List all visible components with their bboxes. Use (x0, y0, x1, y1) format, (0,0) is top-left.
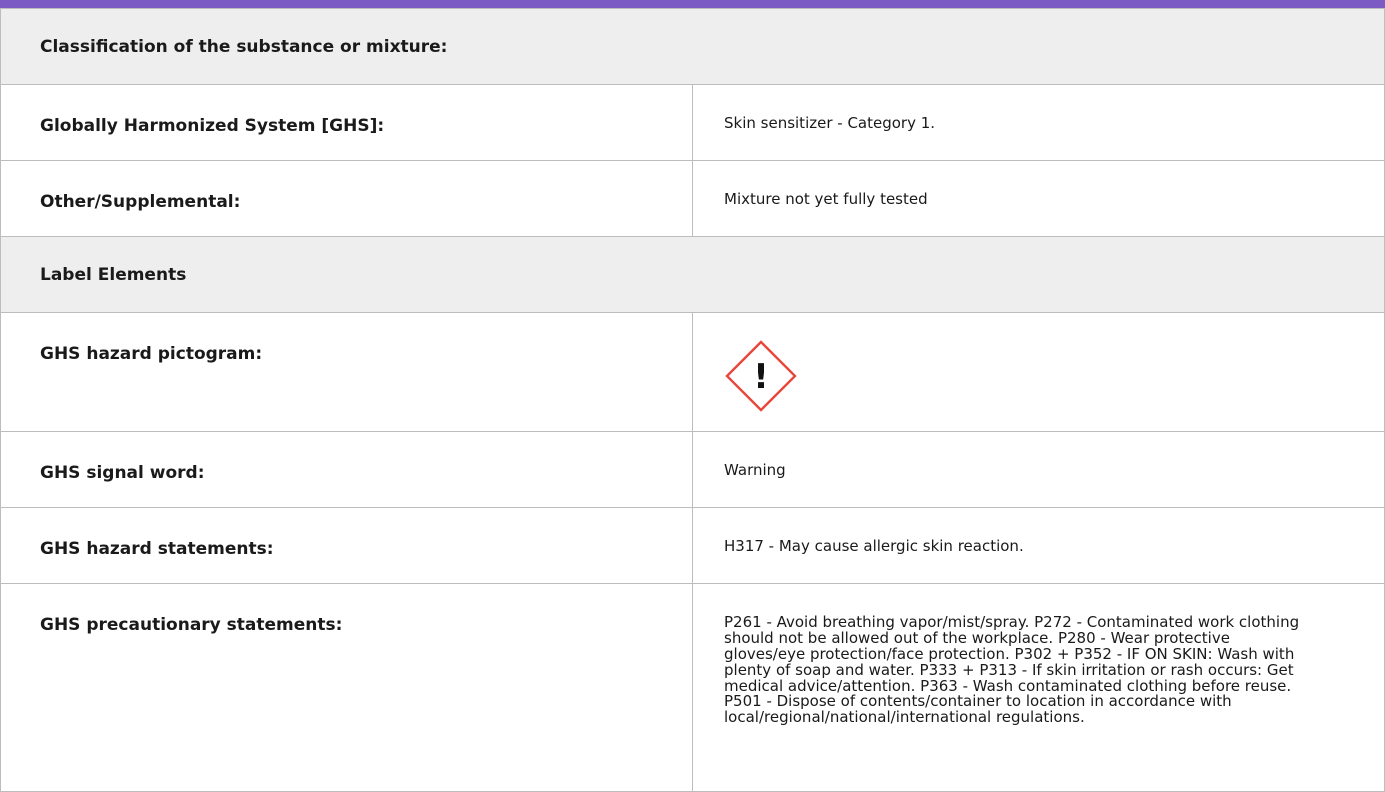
top-accent-bar (0, 0, 1385, 8)
label-elements-header: Label Elements (0, 236, 1385, 313)
signal-word-label: GHS signal word: (0, 431, 693, 508)
exclamation-glyph: ! (753, 357, 769, 397)
ghs-label: Globally Harmonized System [GHS]: (0, 84, 693, 161)
precautionary-statements-text: P261 - Avoid breathing vapor/mist/spray.… (724, 613, 1300, 727)
sds-hazard-section: Classification of the substance or mixtu… (0, 8, 1385, 792)
precautionary-statements-label: GHS precautionary statements: (0, 583, 693, 792)
hazard-identification-table: Classification of the substance or mixtu… (0, 8, 1385, 792)
pictogram-label: GHS hazard pictogram: (0, 312, 693, 432)
classification-header-row: Classification of the substance or mixtu… (0, 8, 1385, 85)
precautionary-statements-value: P261 - Avoid breathing vapor/mist/spray.… (692, 583, 1385, 792)
table-row-hazard-statements: GHS hazard statements: H317 - May cause … (0, 507, 1385, 584)
table-row-ghs: Globally Harmonized System [GHS]: Skin s… (0, 84, 1385, 161)
table-row-pictogram: GHS hazard pictogram: ! (0, 312, 1385, 432)
other-supplemental-value: Mixture not yet fully tested (692, 160, 1385, 237)
label-elements-header-row: Label Elements (0, 236, 1385, 313)
other-supplemental-label: Other/Supplemental: (0, 160, 693, 237)
table-row-other: Other/Supplemental: Mixture not yet full… (0, 160, 1385, 237)
hazard-statements-label: GHS hazard statements: (0, 507, 693, 584)
table-row-precautionary-statements: GHS precautionary statements: P261 - Avo… (0, 583, 1385, 792)
classification-header: Classification of the substance or mixtu… (0, 8, 1385, 85)
hazard-statements-value: H317 - May cause allergic skin reaction. (692, 507, 1385, 584)
exclamation-mark-hazard-icon: ! (725, 340, 797, 412)
pictogram-cell: ! (692, 312, 1385, 432)
table-row-signal-word: GHS signal word: Warning (0, 431, 1385, 508)
ghs-value: Skin sensitizer - Category 1. (692, 84, 1385, 161)
signal-word-value: Warning (692, 431, 1385, 508)
